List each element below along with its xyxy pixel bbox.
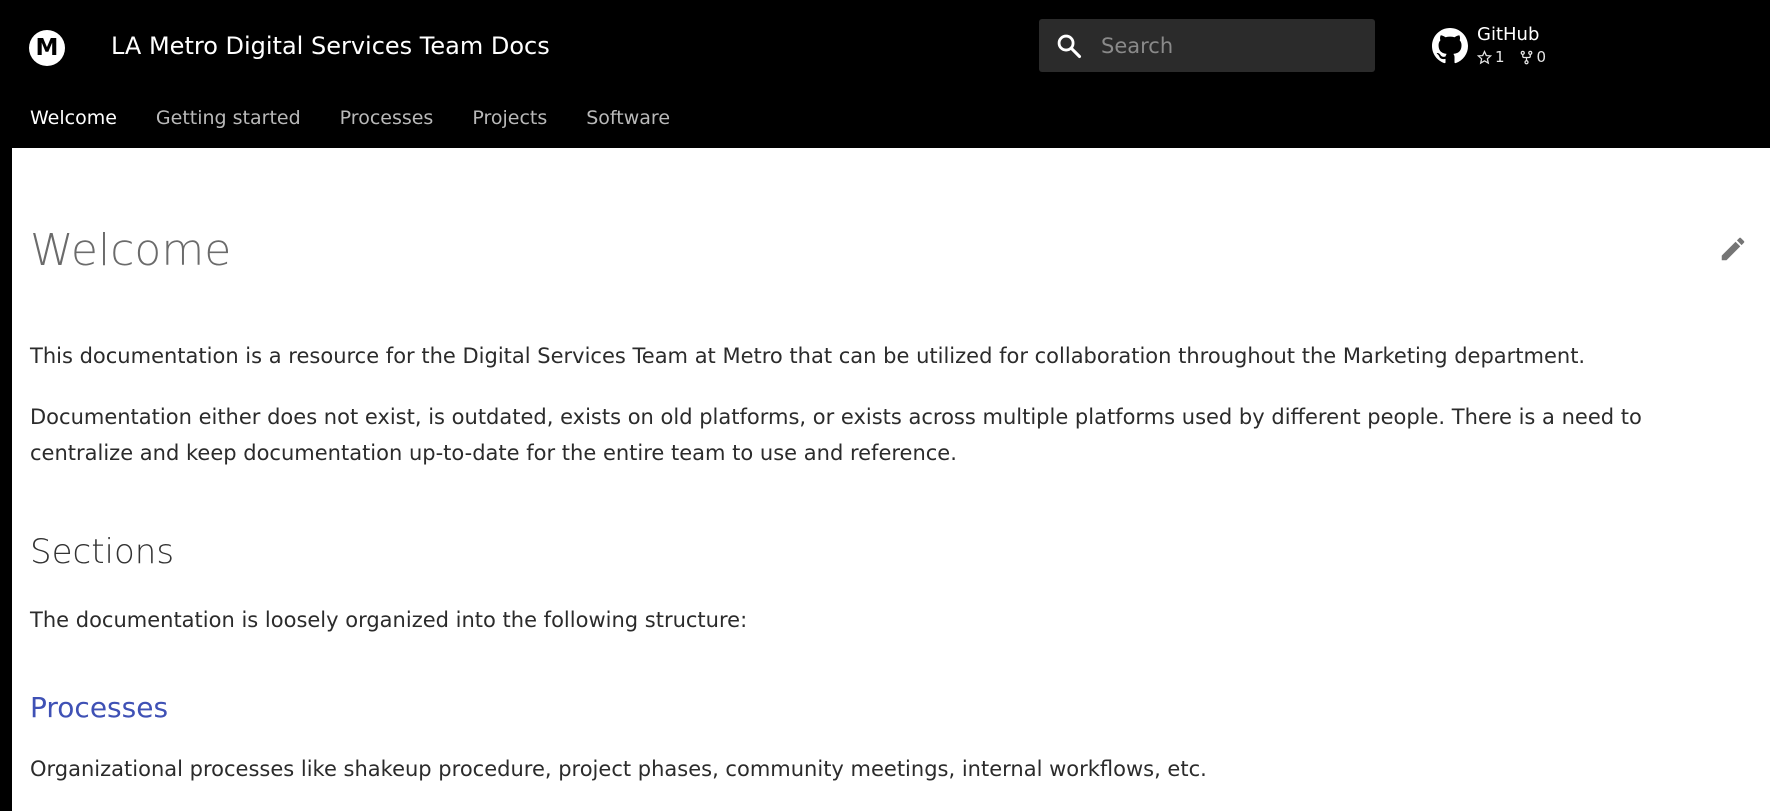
main-tabs: Welcome Getting started Processes Projec…	[30, 103, 709, 133]
search-input[interactable]	[1101, 19, 1361, 72]
sections-intro: The documentation is loosely organized i…	[30, 608, 748, 632]
repo-name: GitHub	[1477, 24, 1540, 45]
tab-processes[interactable]: Processes	[340, 103, 434, 133]
search-box[interactable]	[1039, 19, 1375, 72]
processes-heading-link[interactable]: Processes	[30, 688, 168, 728]
repo-forks: 0	[1519, 48, 1547, 66]
repo-stars-count: 1	[1495, 48, 1505, 66]
metro-logo-icon[interactable]: M	[29, 30, 65, 66]
intro-paragraph-1: This documentation is a resource for the…	[30, 344, 1586, 368]
github-repo-link[interactable]: GitHub 1 0	[1430, 22, 1600, 72]
edit-pencil-icon[interactable]	[1718, 234, 1748, 264]
processes-description: Organizational processes like shakeup pr…	[30, 757, 1207, 781]
site-header: M LA Metro Digital Services Team Docs Gi…	[0, 0, 1770, 148]
docs-page: M LA Metro Digital Services Team Docs Gi…	[0, 0, 1770, 811]
page-title: Welcome	[30, 225, 232, 276]
site-title: LA Metro Digital Services Team Docs	[111, 32, 550, 60]
tab-software[interactable]: Software	[586, 103, 670, 133]
star-icon	[1477, 49, 1492, 64]
main-content: Welcome This documentation is a resource…	[12, 148, 1770, 811]
tab-projects[interactable]: Projects	[472, 103, 547, 133]
sections-heading: Sections	[30, 532, 175, 572]
repo-forks-count: 0	[1536, 48, 1547, 66]
github-icon	[1432, 28, 1468, 64]
fork-icon	[1520, 50, 1532, 64]
logo-letter: M	[35, 34, 59, 61]
tab-welcome[interactable]: Welcome	[30, 103, 117, 133]
tab-getting-started[interactable]: Getting started	[156, 103, 301, 133]
repo-stars: 1	[1477, 48, 1505, 66]
search-icon	[1057, 34, 1082, 59]
intro-paragraph-2: Documentation either does not exist, is …	[30, 405, 1642, 465]
repo-facts: 1 0	[1477, 48, 1560, 66]
